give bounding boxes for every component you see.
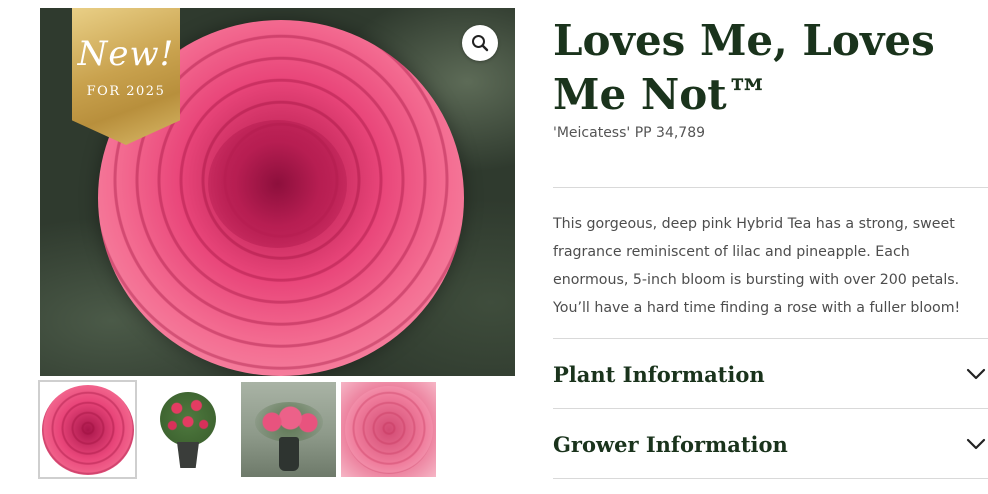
- thumbnail-image: [160, 392, 216, 446]
- thumbnail-image: [42, 385, 134, 475]
- product-title: Loves Me, Loves Me Not™: [553, 16, 935, 119]
- zoom-button[interactable]: [462, 25, 498, 61]
- accordion-label: Grower Information: [553, 431, 788, 457]
- divider: [553, 478, 988, 479]
- product-description: This gorgeous, deep pink Hybrid Tea has …: [553, 216, 961, 316]
- vase-shape: [279, 437, 299, 471]
- chevron-down-icon: [966, 434, 986, 454]
- thumbnail-image: [255, 402, 323, 442]
- thumbnail-rose-bouquet[interactable]: [241, 382, 336, 477]
- chevron-down-icon: [966, 364, 986, 384]
- magnifier-icon: [472, 35, 489, 52]
- divider: [553, 187, 988, 188]
- accordion-label: Plant Information: [553, 361, 765, 387]
- thumbnail-rose-bloom[interactable]: [38, 380, 137, 479]
- new-for-2025-badge: New! FOR 2025: [72, 8, 180, 145]
- badge-title: New!: [77, 34, 175, 74]
- pot-shape: [177, 442, 199, 468]
- divider: [553, 408, 988, 409]
- divider: [553, 338, 988, 339]
- thumbnail-rose-soft[interactable]: [341, 382, 436, 477]
- cultivar-patent: 'Meicatess' PP 34,789: [553, 125, 706, 141]
- thumbnail-image: [345, 386, 433, 474]
- badge-subtitle: FOR 2025: [86, 84, 166, 99]
- accordion-plant-information[interactable]: Plant Information: [553, 345, 988, 403]
- thumbnail-rose-bush[interactable]: [140, 382, 235, 477]
- main-product-image[interactable]: New! FOR 2025: [40, 8, 515, 376]
- accordion-grower-information[interactable]: Grower Information: [553, 415, 988, 473]
